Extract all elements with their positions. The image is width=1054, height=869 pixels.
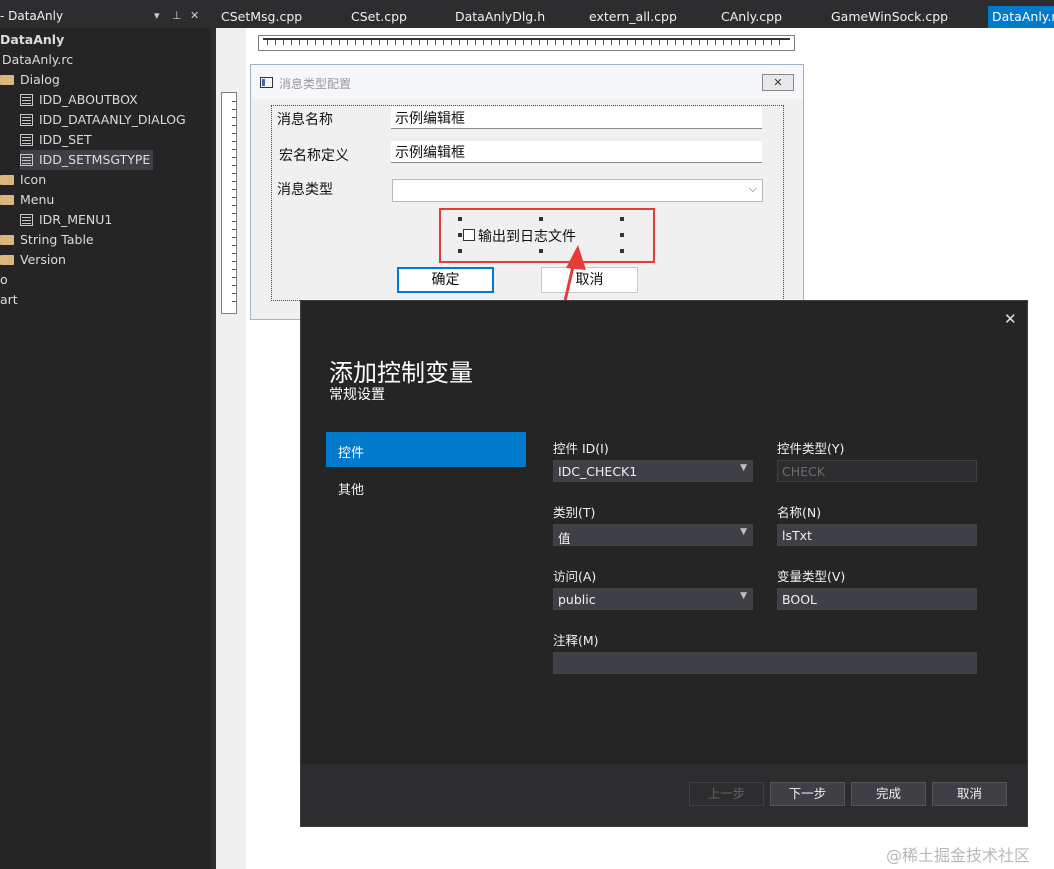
next-button[interactable]: 下一步 — [770, 782, 845, 806]
watermark: @稀土掘金技术社区 — [886, 846, 1031, 865]
name-input[interactable]: lsTxt — [777, 524, 977, 546]
cancel-button[interactable]: 取消 — [932, 782, 1007, 806]
control-type-label: 控件类型(Y) — [777, 441, 845, 456]
category-label: 类别(T) — [553, 505, 596, 520]
finish-button[interactable]: 完成 — [851, 782, 926, 806]
dialog-footer: 上一步 下一步 完成 取消 — [301, 764, 1027, 826]
var-type-input[interactable]: BOOL — [777, 588, 977, 610]
close-icon[interactable]: ✕ — [1004, 310, 1017, 328]
var-type-label: 变量类型(V) — [777, 569, 846, 584]
name-label: 名称(N) — [777, 505, 822, 520]
control-type-field: CHECK — [777, 460, 977, 482]
dialog-subtitle: 常规设置 — [329, 387, 385, 403]
control-id-select[interactable]: IDC_CHECK1 ▼ — [553, 460, 753, 482]
prev-button[interactable]: 上一步 — [689, 782, 764, 806]
comment-input[interactable] — [553, 652, 977, 674]
comment-label: 注释(M) — [553, 633, 599, 648]
chevron-down-icon: ▼ — [740, 527, 747, 537]
control-id-label: 控件 ID(I) — [553, 441, 609, 456]
add-control-variable-dialog[interactable]: ✕ 添加控制变量 常规设置 控件 其他 控件 ID(I) IDC_CHECK1 ▼… — [300, 300, 1028, 827]
dialog-title: 添加控制变量 — [329, 359, 473, 387]
chevron-down-icon: ▼ — [740, 463, 747, 473]
nav-item-other[interactable]: 其他 — [338, 479, 364, 498]
access-label: 访问(A) — [553, 569, 597, 584]
nav-item-control[interactable]: 控件 — [326, 432, 526, 467]
category-select[interactable]: 值 ▼ — [553, 524, 753, 546]
chevron-down-icon: ▼ — [740, 591, 747, 601]
access-select[interactable]: public ▼ — [553, 588, 753, 610]
